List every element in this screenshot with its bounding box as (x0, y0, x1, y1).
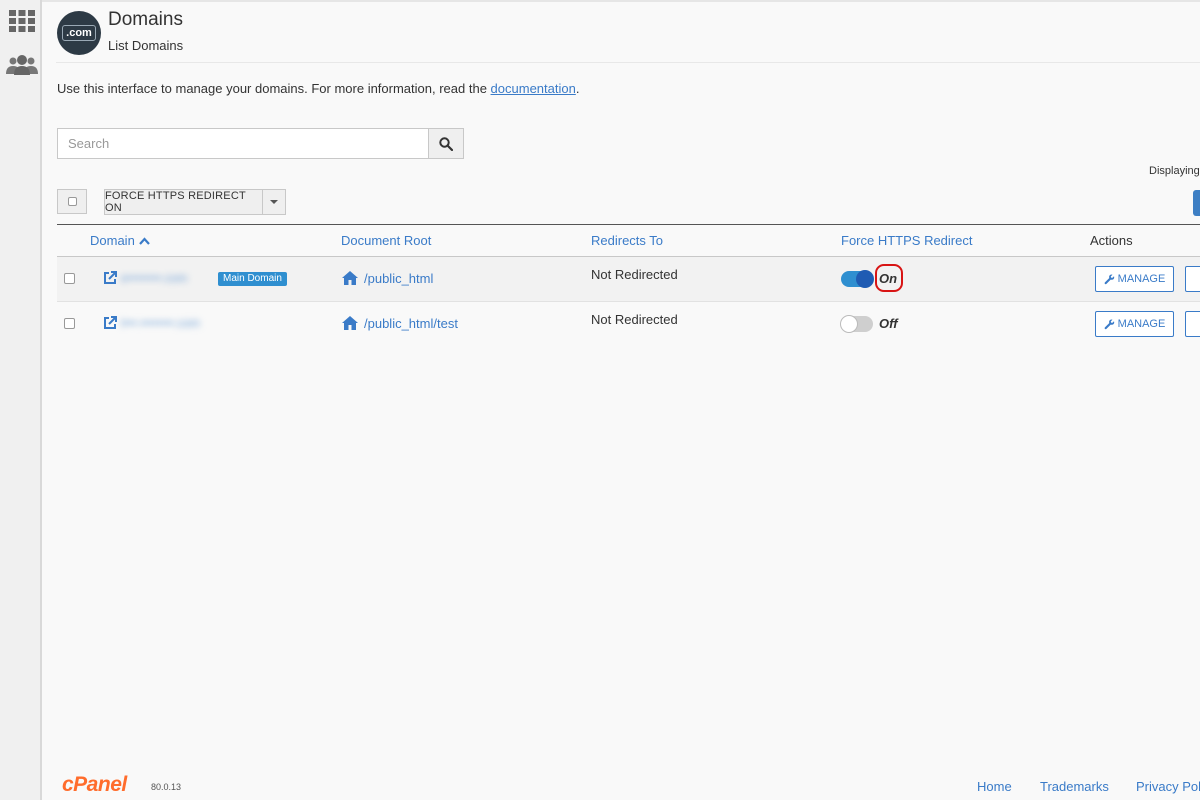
footer-link-home[interactable]: Home (977, 779, 1012, 794)
document-root-link[interactable]: /public_html (364, 271, 433, 286)
home-icon (342, 271, 358, 285)
external-link-icon[interactable] (103, 271, 117, 285)
search-input[interactable] (57, 128, 429, 159)
header-divider (56, 62, 1200, 63)
manage-button[interactable]: MANAGE (1095, 311, 1174, 337)
intro-suffix: . (575, 81, 580, 96)
cpanel-version: 80.0.13 (151, 782, 182, 792)
domain-name[interactable]: e••••••••.com (121, 271, 187, 285)
manage-button-label: MANAGE (1117, 273, 1166, 285)
cpanel-logo: cPanel (62, 773, 127, 796)
page-subtitle: List Domains (108, 38, 184, 53)
table-row: t•••.••••••••.com /public_html/test Not … (57, 302, 1200, 346)
secondary-action-button[interactable] (1185, 266, 1200, 292)
force-https-redirect-on-button[interactable]: FORCE HTTPS REDIRECT ON (104, 189, 263, 215)
domain-name[interactable]: t•••.••••••••.com (121, 316, 200, 330)
highlight-annotation (875, 264, 903, 292)
home-icon (342, 316, 358, 330)
footer-link-trademarks[interactable]: Trademarks (1040, 779, 1109, 794)
page-title: Domains (108, 9, 183, 30)
document-root-link[interactable]: /public_html/test (364, 316, 458, 331)
row-checkbox[interactable] (64, 273, 75, 284)
displaying-label: Displaying (1149, 165, 1200, 177)
column-header-force-https-redirect[interactable]: Force HTTPS Redirect (841, 233, 972, 248)
external-link-icon[interactable] (103, 316, 117, 330)
page-size-button[interactable] (1193, 190, 1200, 216)
select-all-box (67, 197, 77, 206)
wrench-icon (1104, 274, 1114, 284)
force-https-toggle[interactable] (840, 315, 873, 333)
manage-button[interactable]: MANAGE (1095, 266, 1174, 292)
apps-grid-icon[interactable] (9, 10, 37, 36)
select-all-checkbox[interactable] (57, 189, 87, 214)
sort-up-icon (139, 237, 151, 245)
row-checkbox[interactable] (64, 318, 75, 329)
domains-logo-text: .com (62, 25, 96, 41)
top-divider (42, 0, 1200, 2)
footer-link-privacy-policy[interactable]: Privacy Pol (1136, 779, 1200, 794)
search-icon (439, 136, 453, 151)
search-button[interactable] (428, 128, 464, 159)
secondary-action-button[interactable] (1185, 311, 1200, 337)
chevron-down-icon (270, 200, 278, 204)
wrench-icon (1104, 319, 1114, 329)
bulk-action-dropdown[interactable] (262, 189, 286, 215)
force-https-toggle[interactable] (841, 270, 874, 288)
users-icon[interactable] (6, 54, 40, 80)
column-header-redirects-to[interactable]: Redirects To (591, 233, 663, 248)
table-row: e••••••••.com Main Domain /public_html N… (57, 257, 1200, 302)
intro-sentence: Use this interface to manage your domain… (57, 81, 491, 96)
column-header-domain-label: Domain (90, 233, 135, 248)
manage-button-label: MANAGE (1117, 318, 1166, 330)
column-header-domain[interactable]: Domain (90, 233, 151, 248)
redirect-status: Not Redirected (591, 267, 678, 282)
column-header-actions: Actions (1090, 233, 1133, 248)
main-domain-badge: Main Domain (218, 272, 287, 286)
toggle-knob (840, 315, 858, 333)
intro-text: Use this interface to manage your domain… (57, 81, 579, 96)
main-content: .com Domains List Domains Use this inter… (42, 0, 1200, 800)
column-header-document-root[interactable]: Document Root (341, 233, 431, 248)
domains-logo-icon: .com (57, 11, 101, 55)
force-https-state: Off (879, 316, 898, 331)
table-top-divider (57, 224, 1200, 225)
documentation-link[interactable]: documentation (491, 81, 576, 96)
sidebar (0, 0, 42, 800)
toggle-knob (856, 270, 874, 288)
redirect-status: Not Redirected (591, 312, 678, 327)
